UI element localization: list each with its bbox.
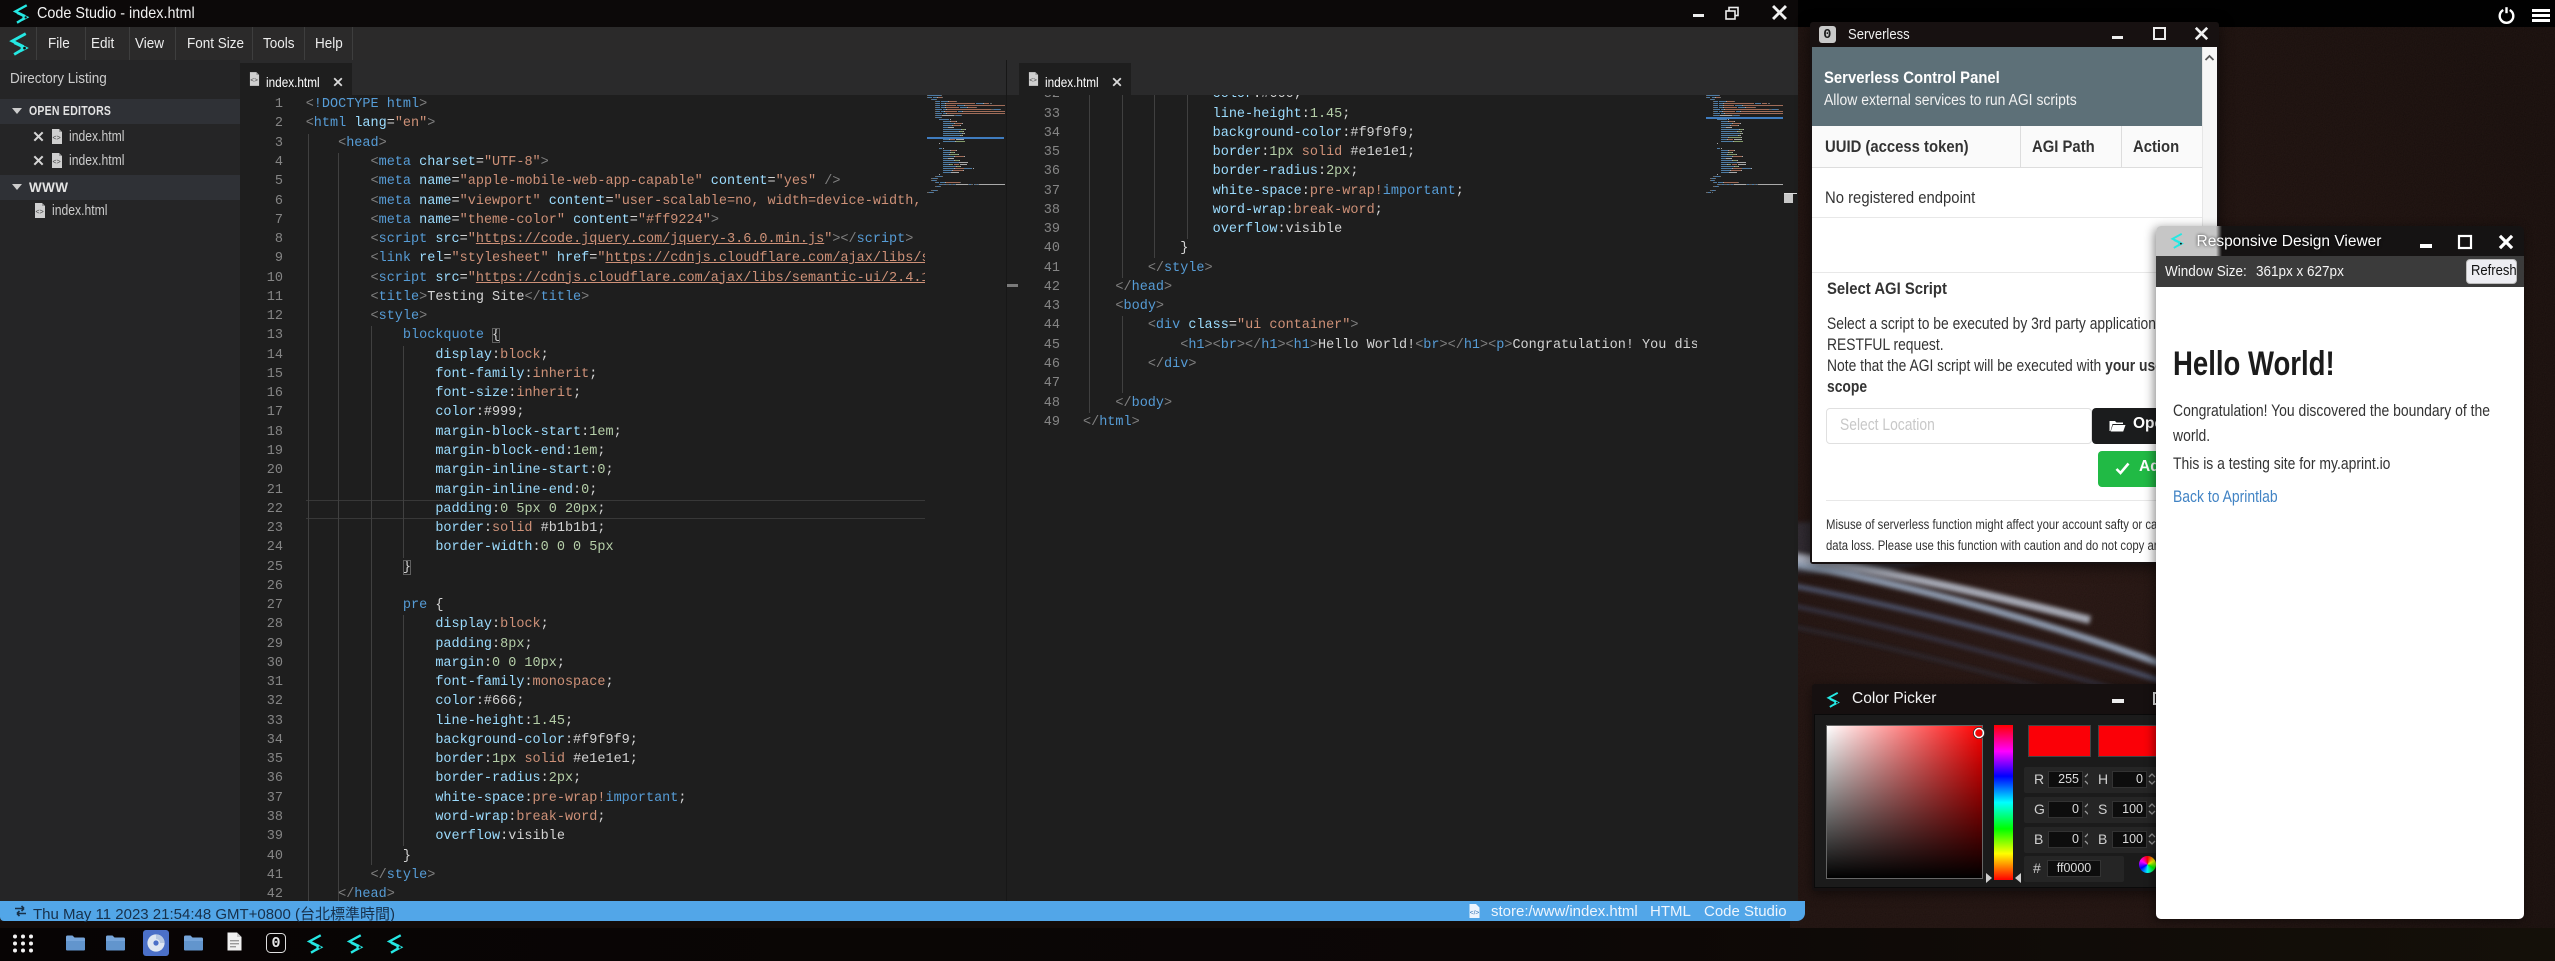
svg-text:</>: </> — [1470, 910, 1480, 917]
svg-text:<>: <> — [1029, 77, 1037, 84]
svg-text:<>: <> — [36, 209, 44, 216]
svg-text:<>: <> — [53, 159, 61, 166]
svg-text:<>: <> — [250, 77, 258, 84]
svg-text:<>: <> — [53, 135, 61, 142]
